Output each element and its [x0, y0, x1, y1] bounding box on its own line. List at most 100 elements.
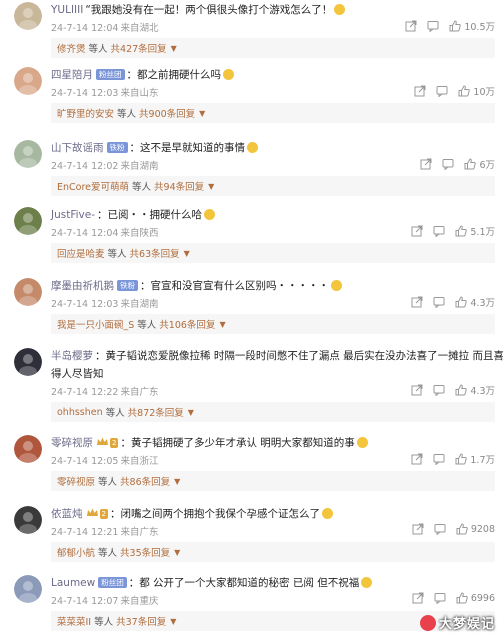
share-icon — [420, 158, 432, 170]
comment-button[interactable] — [433, 225, 445, 237]
like-count: 5.1万 — [470, 227, 495, 238]
emoji-icon — [331, 280, 342, 291]
comment-button[interactable] — [427, 20, 439, 32]
username[interactable]: 半岛樱萝 — [51, 350, 93, 362]
share-button[interactable] — [411, 384, 423, 396]
avatar[interactable] — [14, 506, 42, 534]
replies-bar[interactable]: ohhsshen 等人 共872条回复 ▼ — [51, 402, 495, 422]
comment-button[interactable] — [434, 592, 446, 604]
comment-text: ：都之前拥硬什么吗 — [126, 69, 222, 81]
comment-icon — [433, 225, 445, 237]
replies-bar[interactable]: EnCore爱可萌萌 等人 共94条回复 ▼ — [51, 176, 495, 196]
reply-username[interactable]: 修齐煲 — [57, 41, 86, 55]
username[interactable]: 依蓝炖 — [51, 508, 83, 520]
reply-username[interactable]: ohhsshen — [57, 407, 103, 418]
share-button[interactable] — [411, 296, 423, 308]
comment-header: 零碎视原 2 ：黄子韬拥硬了多少年才承认 明明大家都知道的事 — [51, 435, 368, 450]
avatar[interactable] — [14, 278, 42, 306]
comment-time: 24-7-14 12:04 — [51, 228, 119, 239]
comment-time: 24-7-14 12:03 — [51, 88, 119, 99]
comment-button[interactable] — [433, 296, 445, 308]
reply-count[interactable]: 共94条回复 — [154, 179, 204, 193]
share-button[interactable] — [412, 592, 424, 604]
reply-count[interactable]: 共86条回复 — [120, 474, 170, 488]
share-button[interactable] — [414, 85, 426, 97]
like-button[interactable]: 9208 — [456, 523, 495, 535]
reply-username[interactable]: 菜菜菜II — [57, 614, 91, 628]
comment-icon — [427, 20, 439, 32]
username[interactable]: 山下故谣雨 — [51, 142, 104, 154]
username[interactable]: JustFive- — [51, 209, 95, 221]
avatar[interactable] — [14, 67, 42, 95]
replies-bar[interactable]: 零碎视原 等人 共86条回复 ▼ — [51, 471, 495, 491]
username[interactable]: YULIIII — [51, 4, 83, 16]
comment-header: 半岛樱萝 ：黄子韬说恋爱脱像拉稀 时隔一段时间憋不住了漏点 最后实在没办法喜了一摊… — [51, 348, 503, 363]
share-button[interactable] — [412, 523, 424, 535]
avatar[interactable] — [14, 140, 42, 168]
reply-count[interactable]: 共900条回复 — [139, 106, 195, 120]
reply-username[interactable]: 我是一只小面碗_S — [57, 317, 134, 331]
reply-username[interactable]: 旷野里的安安 — [57, 106, 114, 120]
share-icon — [405, 20, 417, 32]
like-button[interactable]: 6996 — [456, 592, 495, 604]
caret-down-icon: ▼ — [208, 181, 215, 191]
reply-count[interactable]: 共872条回复 — [128, 405, 184, 419]
comment-button[interactable] — [434, 523, 446, 535]
username[interactable]: 摩墨由祈机鹅 — [51, 280, 114, 292]
share-icon — [411, 296, 423, 308]
comment-time: 24-7-14 12:21 — [51, 527, 119, 538]
reply-username[interactable]: 零碎视原 — [57, 474, 95, 488]
avatar[interactable] — [14, 435, 42, 463]
reply-username[interactable]: EnCore爱可萌萌 — [57, 179, 129, 193]
like-button[interactable]: 4.3万 — [455, 383, 495, 397]
emoji-icon — [356, 437, 368, 448]
like-button[interactable]: 1.7万 — [455, 452, 495, 466]
comment-button[interactable] — [436, 85, 448, 97]
comment-meta: 24-7-14 12:22 来自广东 — [51, 384, 161, 398]
level-badge: 2 — [110, 438, 119, 448]
share-button[interactable] — [405, 20, 417, 32]
avatar[interactable] — [14, 575, 42, 603]
replies-bar[interactable]: 我是一只小面碗_S 等人 共106条回复 ▼ — [51, 314, 495, 334]
username[interactable]: 四星陪月 — [51, 69, 93, 81]
thumb-up-icon — [464, 158, 477, 170]
like-button[interactable]: 5.1万 — [455, 224, 495, 238]
comment-text: ：闭嘴之间两个拥抱个我保个孕感个证怎么了 — [109, 508, 320, 520]
comment-button[interactable] — [442, 158, 454, 170]
avatar[interactable] — [14, 2, 42, 30]
reply-username[interactable]: 回应是哈麦 — [57, 246, 105, 260]
reply-separator: 等人 — [132, 182, 152, 193]
comment-header: YULIIII “我跟她没有在一起！两个俱很头像打个游戏怎么了！ — [51, 2, 346, 17]
comment-button[interactable] — [433, 453, 445, 465]
replies-bar[interactable]: 修齐煲 等人 共427条回复 ▼ — [51, 38, 495, 58]
replies-bar[interactable]: 旷野里的安安 等人 共900条回复 ▼ — [51, 103, 495, 123]
reply-username[interactable]: 郁郁小航 — [57, 545, 95, 559]
reply-count[interactable]: 共427条回复 — [111, 41, 167, 55]
like-button[interactable]: 10.5万 — [449, 19, 495, 33]
comment-button[interactable] — [433, 384, 445, 396]
comment-text: ：黄子韬说恋爱脱像拉稀 时隔一段时间憋不住了漏点 最后实在没办法喜了一摊拉 而且… — [95, 350, 503, 362]
like-button[interactable]: 10万 — [458, 84, 495, 98]
comment-header: JustFive- ：已阅・・拥硬什么哈 — [51, 207, 215, 222]
share-button[interactable] — [420, 158, 432, 170]
thumb-up-icon — [455, 453, 468, 465]
reply-count[interactable]: 共106条回复 — [159, 317, 215, 331]
reply-count[interactable]: 共35条回复 — [120, 545, 170, 559]
reply-count[interactable]: 共63条回复 — [130, 246, 180, 260]
avatar[interactable] — [14, 348, 42, 376]
like-button[interactable]: 6万 — [464, 157, 495, 171]
like-count: 9208 — [470, 523, 495, 535]
username[interactable]: Laumew — [51, 577, 95, 589]
like-count: 10.5万 — [464, 22, 495, 33]
comment-text-continued: 得人尽皆知 — [51, 368, 104, 380]
username[interactable]: 零碎视原 — [51, 437, 93, 449]
replies-bar[interactable]: 郁郁小航 等人 共35条回复 ▼ — [51, 542, 495, 562]
comment-time: 24-7-14 12:22 — [51, 387, 119, 398]
like-button[interactable]: 4.3万 — [455, 295, 495, 309]
share-button[interactable] — [411, 225, 423, 237]
replies-bar[interactable]: 回应是哈麦 等人 共63条回复 ▼ — [51, 243, 495, 263]
comment-header: 摩墨由祈机鹅 铁粉 ：官宣和没官宣有什么区别吗・・・・・ — [51, 278, 342, 293]
avatar[interactable] — [14, 207, 42, 235]
reply-count[interactable]: 共37条回复 — [116, 614, 166, 628]
share-button[interactable] — [411, 453, 423, 465]
